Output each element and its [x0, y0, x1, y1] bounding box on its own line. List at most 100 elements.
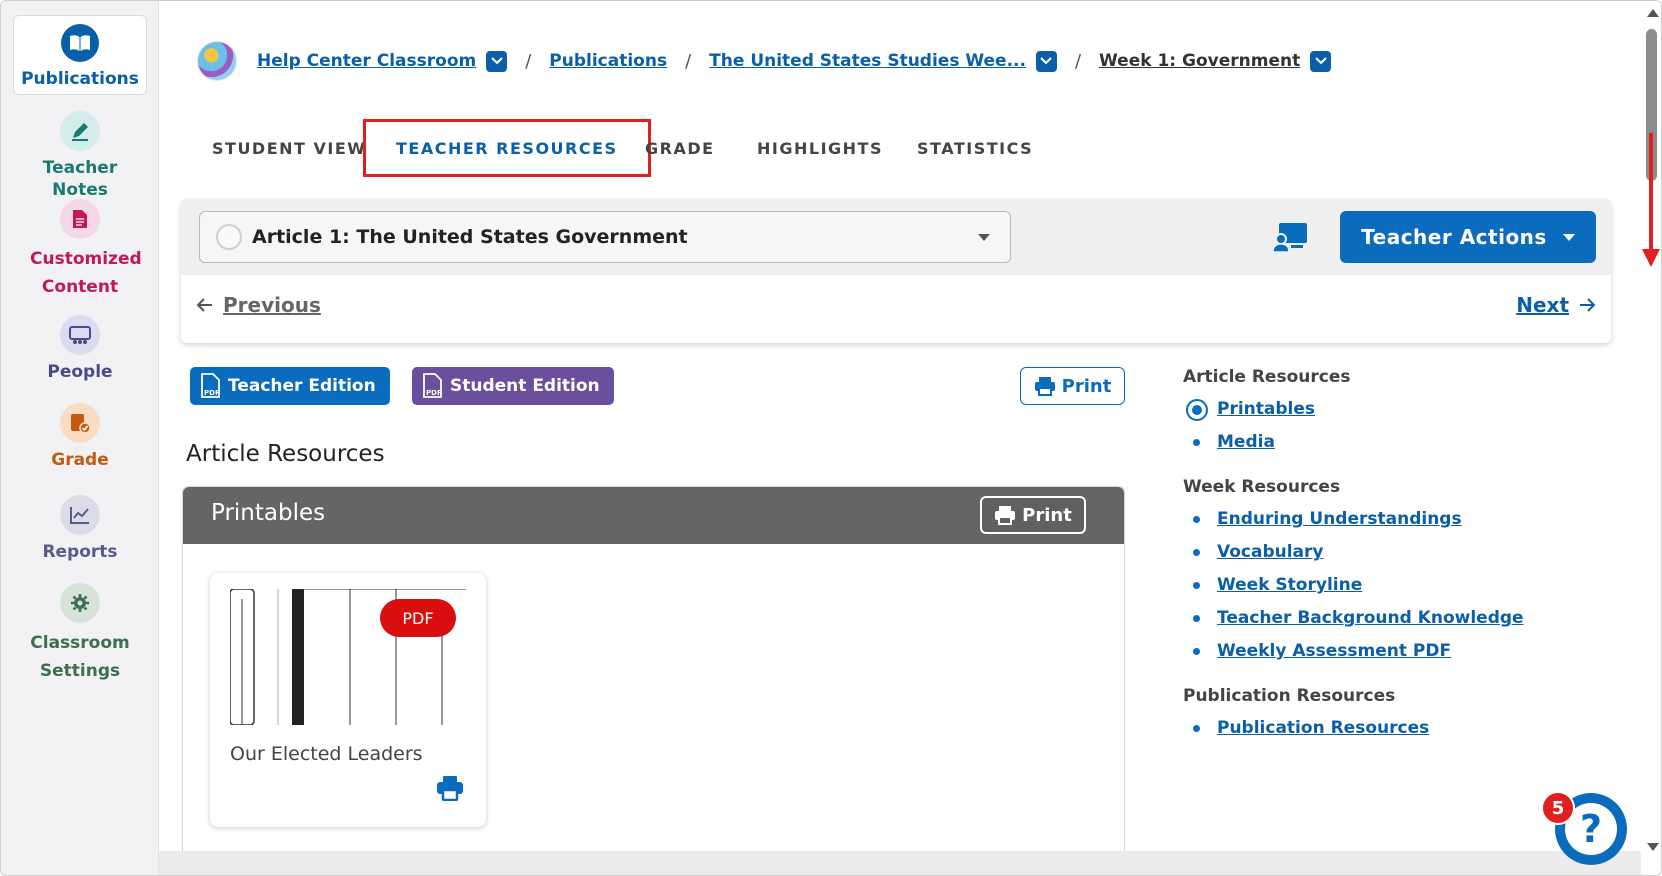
sidebar-item-label: Publications [21, 69, 139, 89]
article-toolbar: Article 1: The United States Government … [181, 199, 1611, 275]
link-teacher-background-knowledge[interactable]: Teacher Background Knowledge [1183, 602, 1543, 635]
tab-student-view[interactable]: STUDENT VIEW [212, 119, 366, 177]
group-heading: Publication Resources [1183, 686, 1396, 706]
resource-navigation: Article Resources Printables Media Week … [1183, 367, 1543, 763]
link-vocabulary[interactable]: Vocabulary [1183, 536, 1543, 569]
document-thumbnail: PDF [229, 588, 466, 726]
printables-title: Printables [211, 500, 326, 526]
sidebar-item-classroom-settings[interactable]: Classroom Settings [13, 583, 147, 685]
svg-text:PDF: PDF [426, 389, 442, 397]
progress-circle-icon [216, 224, 242, 250]
section-title: Article Resources [186, 441, 385, 467]
sidebar-item-label: Teacher Notes [42, 158, 118, 200]
chevron-down-icon[interactable] [486, 50, 508, 72]
tab-highlights[interactable]: HIGHLIGHTS [757, 119, 883, 177]
resource-title: Our Elected Leaders [230, 743, 423, 765]
breadcrumb-separator: / [525, 50, 532, 72]
classroom-globe-icon [197, 41, 237, 81]
annotation-arrow-head [1642, 249, 1660, 267]
sidebar-item-grade[interactable]: Grade [13, 403, 147, 471]
pdf-file-icon: PDF [201, 373, 220, 398]
scroll-up-icon[interactable] [1647, 9, 1659, 17]
caret-down-icon [978, 234, 990, 241]
teacher-actions-button[interactable]: Teacher Actions [1340, 211, 1596, 263]
print-button[interactable]: Print [1020, 367, 1125, 405]
breadcrumb-publication-link[interactable]: The United States Studies Wee... [709, 51, 1026, 71]
link-media[interactable]: Media [1183, 426, 1543, 459]
arrow-right-icon [1580, 298, 1595, 312]
link-weekly-assessment-pdf[interactable]: Weekly Assessment PDF [1183, 635, 1543, 668]
gear-icon [60, 583, 100, 623]
printer-icon [1034, 377, 1055, 396]
tab-grade[interactable]: GRADE [645, 119, 715, 177]
teacher-edition-button[interactable]: PDF Teacher Edition [190, 367, 390, 405]
people-icon [60, 315, 100, 355]
notification-badge: 5 [1541, 791, 1575, 825]
article-navigator: Article 1: The United States Government … [181, 199, 1611, 343]
student-edition-label: Student Edition [450, 376, 600, 396]
caret-down-icon [1562, 233, 1575, 241]
chart-icon [60, 495, 100, 535]
present-screen-icon[interactable] [1271, 221, 1309, 257]
print-label: Print [1061, 375, 1112, 397]
group-heading: Article Resources [1183, 367, 1351, 387]
document-icon [60, 199, 100, 239]
sidebar-item-reports[interactable]: Reports [13, 495, 147, 563]
previous-link[interactable]: Previous [197, 293, 321, 317]
printables-header: Printables Print [183, 487, 1124, 544]
next-label: Next [1516, 293, 1569, 317]
link-week-storyline[interactable]: Week Storyline [1183, 569, 1543, 602]
sidebar-item-publications[interactable]: Publications [13, 15, 147, 95]
annotation-arrow-line [1649, 133, 1653, 251]
svg-text:PDF: PDF [204, 389, 220, 397]
printer-icon [995, 506, 1016, 525]
sidebar-item-label: Reports [42, 542, 118, 562]
article-select[interactable]: Article 1: The United States Government [199, 211, 1011, 263]
breadcrumb: Help Center Classroom / Publications / T… [197, 41, 1332, 81]
breadcrumb-publications-link[interactable]: Publications [549, 51, 667, 71]
book-open-icon [61, 24, 99, 62]
breadcrumb-separator: / [685, 50, 692, 72]
grade-icon [60, 403, 100, 443]
printables-panel: Printables Print PDF Our Elected Leaders [182, 486, 1125, 875]
student-edition-button[interactable]: PDF Student Edition [412, 367, 614, 405]
tab-statistics[interactable]: STATISTICS [917, 119, 1033, 177]
teacher-edition-label: Teacher Edition [228, 376, 376, 396]
arrow-left-icon [197, 298, 212, 312]
pdf-file-icon: PDF [423, 373, 442, 398]
sidebar-item-label: People [47, 362, 113, 382]
link-enduring-understandings[interactable]: Enduring Understandings [1183, 503, 1543, 536]
link-publication-resources[interactable]: Publication Resources [1183, 712, 1543, 745]
printables-print-label: Print [1022, 504, 1072, 526]
sidebar-item-teacher-notes[interactable]: Teacher Notes [13, 111, 147, 201]
week-resources-group: Week Resources Enduring Understandings V… [1183, 477, 1543, 668]
article-select-value: Article 1: The United States Government [252, 226, 688, 248]
group-heading: Week Resources [1183, 477, 1341, 497]
breadcrumb-week-link[interactable]: Week 1: Government [1099, 51, 1300, 71]
printer-icon[interactable] [436, 775, 464, 805]
sidebar-item-label: Classroom Settings [30, 633, 130, 681]
pen-icon [60, 111, 100, 151]
teacher-actions-label: Teacher Actions [1361, 225, 1547, 249]
tab-teacher-resources[interactable]: TEACHER RESOURCES [363, 119, 651, 177]
vertical-scrollbar[interactable] [1641, 1, 1661, 857]
app-window: Publications Teacher Notes Customized Co… [0, 0, 1662, 876]
breadcrumb-separator: / [1074, 50, 1082, 72]
printables-print-button[interactable]: Print [980, 496, 1086, 534]
publication-resources-group: Publication Resources Publication Resour… [1183, 686, 1543, 745]
sidebar-item-customized-content[interactable]: Customized Content [13, 199, 147, 301]
sidebar-item-label: Grade [51, 450, 109, 470]
chevron-down-icon[interactable] [1310, 50, 1332, 72]
breadcrumb-classroom-link[interactable]: Help Center Classroom [257, 51, 476, 71]
article-resources-group: Article Resources Printables Media [1183, 367, 1543, 459]
sidebar: Publications Teacher Notes Customized Co… [1, 1, 159, 875]
link-printables[interactable]: Printables [1183, 393, 1543, 426]
chevron-down-icon[interactable] [1035, 50, 1057, 72]
previous-label: Previous [223, 293, 321, 317]
bottom-scroll-area [159, 851, 1641, 875]
sidebar-item-label: Customized Content [30, 249, 142, 297]
scroll-down-icon[interactable] [1647, 843, 1659, 851]
next-link[interactable]: Next [1516, 293, 1595, 317]
resource-card[interactable]: PDF Our Elected Leaders [210, 573, 486, 827]
sidebar-item-people[interactable]: People [13, 315, 147, 383]
